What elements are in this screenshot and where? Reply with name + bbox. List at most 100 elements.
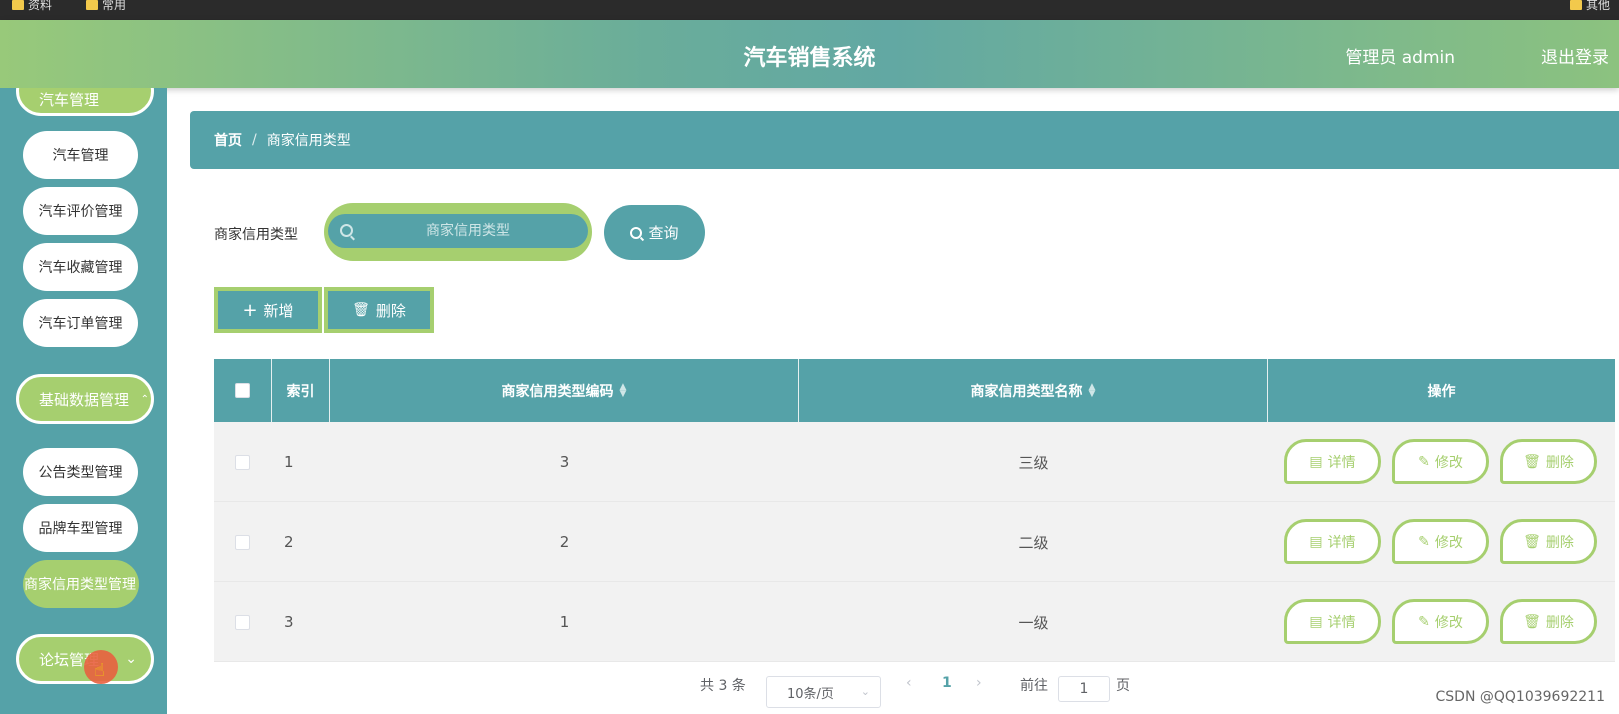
breadcrumb-home[interactable]: 首页 [214, 130, 242, 150]
detail-button[interactable]: ▤ 详情 [1284, 519, 1381, 564]
delete-label: 删除 [1545, 534, 1574, 551]
sidebar-item-brand-model[interactable]: 品牌车型管理 [23, 504, 138, 552]
delete-label: 删除 [1545, 614, 1574, 631]
page-number-current[interactable]: 1 [942, 675, 952, 691]
edit-button[interactable]: ✎ 修改 [1392, 599, 1489, 644]
cell-code: 2 [559, 533, 570, 551]
row-delete-button[interactable]: 🗑 删除 [1500, 599, 1597, 644]
sidebar-item-label: 汽车收藏管理 [38, 260, 123, 276]
sidebar-item-merchant-credit-type[interactable]: 商家信用类型管理 [23, 560, 139, 608]
cell-name: 二级 [1018, 533, 1049, 552]
search-icon [340, 224, 353, 237]
goto-suffix: 页 [1116, 678, 1130, 694]
row-checkbox[interactable] [235, 454, 250, 470]
row-select[interactable] [235, 502, 250, 582]
pencil-icon: ✎ [1418, 453, 1430, 470]
folder-icon [86, 0, 98, 10]
app-header: 汽车销售系统 管理员 admin 退出登录 [0, 20, 1619, 88]
chevron-up-icon: ⌃ [140, 394, 149, 405]
sidebar-item-car[interactable]: 汽车管理 [23, 131, 138, 179]
edit-button[interactable]: ✎ 修改 [1392, 439, 1489, 484]
plus-icon: + [242, 299, 258, 321]
edit-label: 修改 [1434, 534, 1463, 551]
delete-label: 删除 [1545, 454, 1574, 471]
bookmark-folder[interactable]: 资料 [12, 0, 52, 13]
sidebar-item-label: 公告类型管理 [38, 465, 123, 481]
row-select[interactable] [235, 582, 250, 662]
edit-button[interactable]: ✎ 修改 [1392, 519, 1489, 564]
sidebar-item-label: 汽车订单管理 [38, 316, 123, 332]
header-label: 索引 [286, 383, 315, 400]
sort-icon[interactable]: ▲ ▼ [620, 382, 627, 398]
pagination-total: 共 3 条 [700, 678, 746, 694]
table-row: 3 1 一级 ▤ 详情 ✎ 修改 🗑 删除 [214, 582, 1615, 662]
edit-label: 修改 [1434, 614, 1463, 631]
bookmarks-bar: 资料 常用 其他 [0, 0, 1619, 20]
row-delete-button[interactable]: 🗑 删除 [1500, 519, 1597, 564]
document-icon: ▤ [1309, 453, 1323, 470]
pencil-icon: ✎ [1418, 533, 1430, 550]
sidebar-item-car-review[interactable]: 汽车评价管理 [23, 187, 138, 235]
next-page-icon[interactable]: › [976, 675, 982, 691]
header-select-all[interactable] [214, 359, 272, 422]
sidebar-item-car-favorite[interactable]: 汽车收藏管理 [23, 243, 138, 291]
bookmark-label: 常用 [102, 0, 127, 12]
sidebar-item-label: 汽车管理 [52, 148, 109, 164]
chevron-down-icon: ⌄ [860, 685, 870, 698]
query-button[interactable]: 查询 [604, 205, 705, 260]
header-code[interactable]: 商家信用类型编码 ▲ ▼ [330, 359, 799, 422]
prev-page-icon[interactable]: ‹ [906, 675, 912, 691]
detail-label: 详情 [1327, 454, 1356, 471]
row-delete-button[interactable]: 🗑 删除 [1500, 439, 1597, 484]
breadcrumb-current: 商家信用类型 [266, 133, 351, 149]
row-checkbox[interactable] [235, 534, 250, 550]
bookmark-label: 资料 [28, 0, 53, 12]
sort-icon[interactable]: ▲ ▼ [1089, 382, 1096, 398]
header-name[interactable]: 商家信用类型名称 ▲ ▼ [799, 359, 1268, 422]
sidebar-group-car[interactable]: 汽车管理 [16, 88, 154, 116]
document-icon: ▤ [1309, 533, 1323, 550]
row-select[interactable] [235, 422, 250, 502]
header-label: 商家信用类型名称 [970, 383, 1083, 400]
pencil-icon: ✎ [1418, 613, 1430, 630]
cell-index: 2 [284, 533, 294, 551]
detail-button[interactable]: ▤ 详情 [1284, 599, 1381, 644]
header-index: 索引 [272, 359, 330, 422]
page-size-value: 10条/页 [787, 686, 834, 702]
sidebar-group-label: 汽车管理 [39, 90, 100, 109]
detail-button[interactable]: ▤ 详情 [1284, 439, 1381, 484]
header-ops: 操作 [1268, 359, 1615, 422]
logout-link[interactable]: 退出登录 [1541, 43, 1609, 68]
delete-button-label: 删除 [375, 301, 406, 320]
header-label: 操作 [1427, 383, 1456, 400]
cell-code: 1 [559, 613, 570, 631]
select-all-checkbox[interactable] [235, 383, 250, 398]
query-button-label: 查询 [648, 224, 679, 242]
bookmark-label: 其他 [1586, 0, 1611, 12]
sidebar-item-car-order[interactable]: 汽车订单管理 [23, 299, 138, 347]
add-button-label: 新增 [263, 301, 294, 320]
bookmark-folder[interactable]: 其他 [1570, 0, 1610, 13]
sidebar-item-notice-type[interactable]: 公告类型管理 [23, 448, 138, 496]
cell-index: 1 [284, 453, 294, 471]
goto-page-input[interactable] [1058, 676, 1110, 702]
sidebar-group-label: 基础数据管理 [39, 390, 130, 409]
edit-label: 修改 [1434, 454, 1463, 471]
sidebar-item-label: 商家信用类型管理 [24, 577, 136, 593]
cell-code: 3 [559, 453, 570, 471]
page-size-select[interactable]: 10条/页 ⌄ [766, 676, 881, 708]
cell-index: 3 [284, 613, 294, 631]
delete-button[interactable]: 🗑 删除 [324, 287, 434, 333]
search-input[interactable] [328, 214, 588, 248]
goto-label: 前往 [1020, 678, 1048, 694]
sidebar: 汽车管理 汽车管理 汽车评价管理 汽车收藏管理 汽车订单管理 基础数据管理 ⌃ … [0, 88, 167, 714]
sidebar-group-base-data[interactable]: 基础数据管理 ⌃ [16, 374, 154, 424]
header-label: 商家信用类型编码 [501, 383, 614, 400]
bookmark-folder[interactable]: 常用 [86, 0, 126, 13]
add-button[interactable]: + 新增 [214, 287, 322, 333]
search-box [324, 203, 592, 261]
hand-cursor-icon: ☝ [94, 660, 105, 681]
row-checkbox[interactable] [235, 614, 250, 630]
trash-icon: 🗑 [1523, 453, 1541, 470]
sidebar-item-label: 汽车评价管理 [38, 204, 123, 220]
